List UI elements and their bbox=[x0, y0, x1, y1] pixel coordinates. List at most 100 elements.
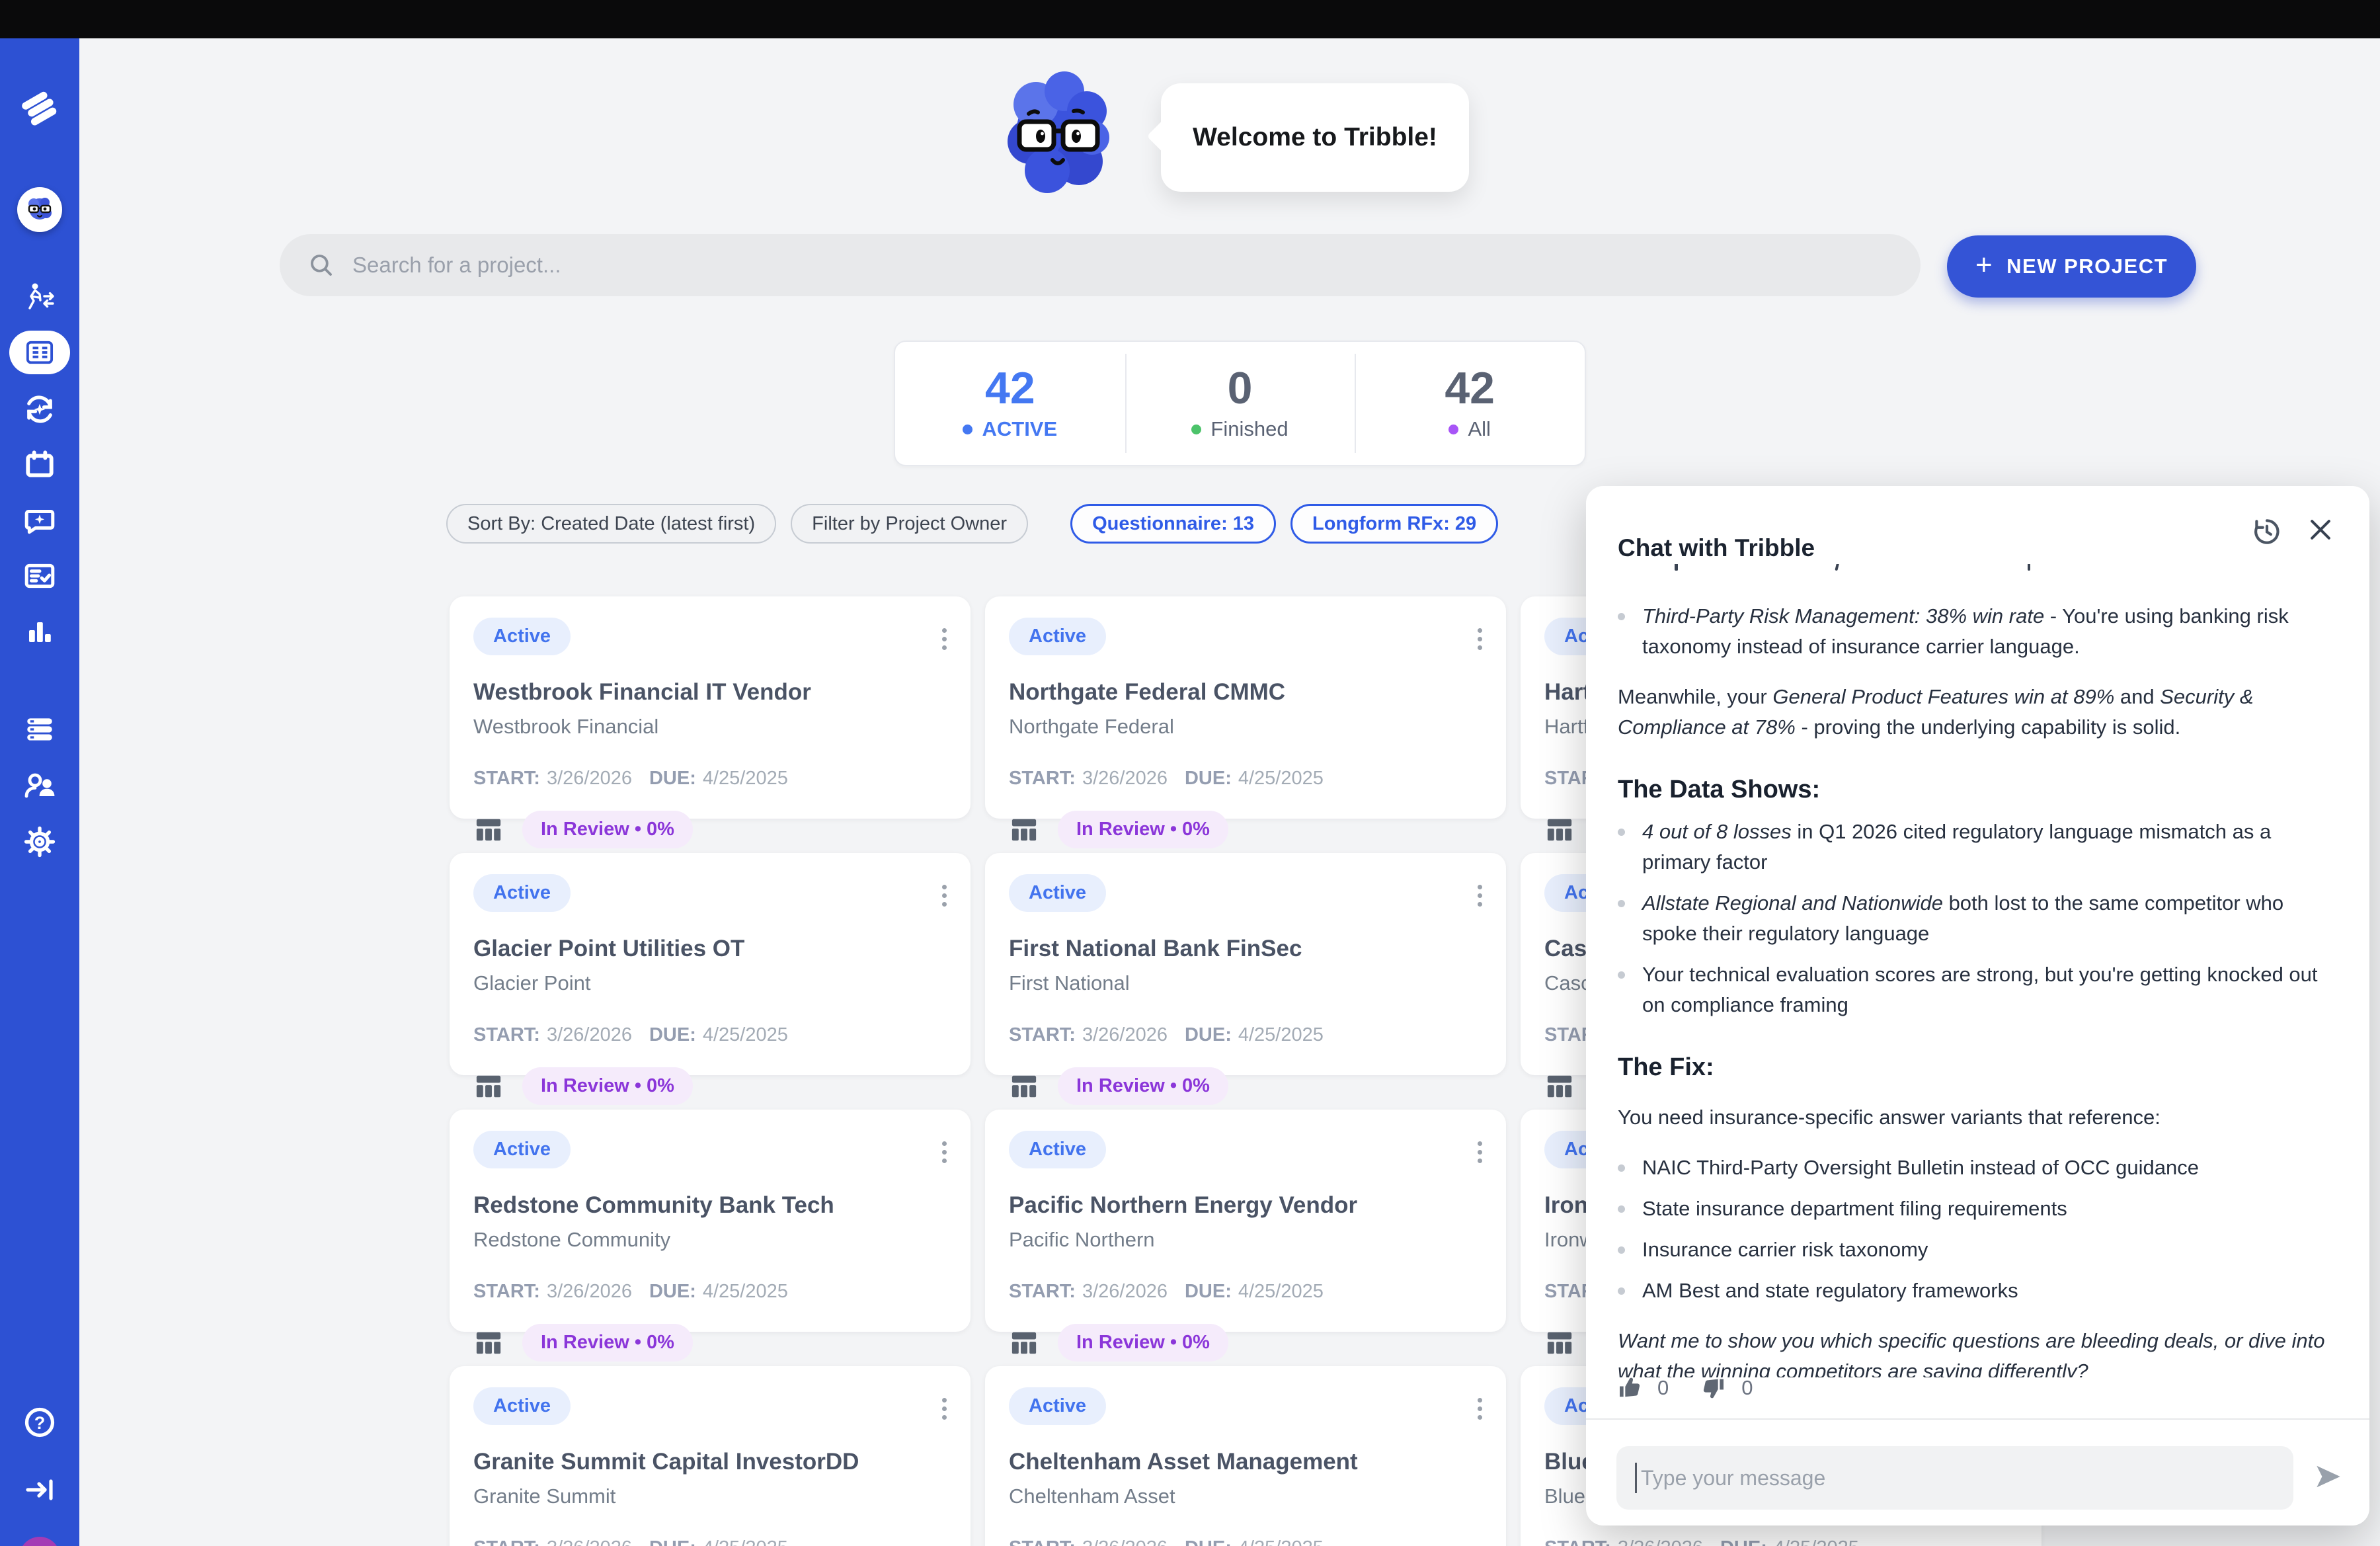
user-avatar[interactable]: TK bbox=[0, 1535, 79, 1546]
stat-active[interactable]: 42 ACTIVE bbox=[895, 342, 1125, 465]
sidebar-item-chat[interactable] bbox=[0, 500, 79, 541]
logo-stripes-icon bbox=[20, 88, 60, 128]
chat-panel: Chat with Tribble Third-Party Risk Manag… bbox=[1586, 486, 2369, 1526]
project-title: Granite Summit Capital InvestorDD bbox=[473, 1449, 947, 1475]
project-dates: START:3/26/2026DUE:4/25/2025 bbox=[473, 1281, 947, 1303]
sidebar-item-walkthrough[interactable] bbox=[0, 278, 79, 317]
gear-icon bbox=[23, 825, 56, 858]
status-badge: Active bbox=[1009, 1131, 1106, 1168]
sidebar-item-collapse[interactable] bbox=[0, 1469, 79, 1510]
chat-bullet-item: Third-Party Risk Management: 38% win rat… bbox=[1618, 601, 2342, 662]
tribble-logo-icon[interactable] bbox=[0, 78, 79, 138]
kebab-menu-icon[interactable] bbox=[937, 875, 952, 916]
new-project-button[interactable]: + NEW PROJECT bbox=[1947, 235, 2196, 298]
project-search-input[interactable]: Search for a project... bbox=[280, 234, 1921, 296]
text-cursor bbox=[1635, 1463, 1637, 1493]
stat-all-label: All bbox=[1468, 417, 1490, 441]
filter-bar: Sort By: Created Date (latest first) Fil… bbox=[446, 504, 1498, 544]
filter-owner-chip[interactable]: Filter by Project Owner bbox=[791, 504, 1028, 544]
all-dot-icon bbox=[1448, 425, 1458, 434]
questionnaire-table-icon bbox=[1009, 1329, 1039, 1357]
longform-rfx-count-chip[interactable]: Longform RFx: 29 bbox=[1290, 504, 1498, 544]
projects-list-icon bbox=[24, 339, 55, 366]
chat-message-area[interactable]: Third-Party Risk Management: 38% win rat… bbox=[1618, 561, 2342, 1377]
thumbs-up-icon[interactable] bbox=[1616, 1375, 1643, 1401]
project-company: Granite Summit bbox=[473, 1485, 947, 1508]
kebab-menu-icon[interactable] bbox=[937, 1132, 952, 1172]
walking-person-icon bbox=[22, 281, 58, 314]
project-company: Westbrook Financial bbox=[473, 715, 947, 739]
kebab-menu-icon[interactable] bbox=[1472, 875, 1488, 916]
stat-finished-label: Finished bbox=[1210, 417, 1288, 441]
sort-by-chip[interactable]: Sort By: Created Date (latest first) bbox=[446, 504, 776, 544]
status-badge: Active bbox=[1009, 618, 1106, 655]
sidebar-item-analytics[interactable] bbox=[0, 611, 79, 652]
kebab-menu-icon[interactable] bbox=[937, 619, 952, 659]
kebab-menu-icon[interactable] bbox=[937, 1389, 952, 1429]
stat-finished-value: 0 bbox=[1228, 366, 1253, 411]
sidebar-item-projects-active[interactable] bbox=[0, 331, 79, 374]
project-card[interactable]: Active Glacier Point Utilities OT Glacie… bbox=[450, 853, 971, 1075]
project-title: Northgate Federal CMMC bbox=[1009, 679, 1482, 706]
chat-bullet-list: 4 out of 8 losses in Q1 2026 cited regul… bbox=[1618, 817, 2342, 1020]
project-title: Pacific Northern Energy Vendor bbox=[1009, 1192, 1482, 1219]
thumbs-up-count: 0 bbox=[1657, 1376, 1669, 1400]
chat-bullet-item: AM Best and state regulatory frameworks bbox=[1618, 1276, 2342, 1306]
project-card[interactable]: Active Westbrook Financial IT Vendor Wes… bbox=[450, 596, 971, 819]
project-title: Cheltenham Asset Management bbox=[1009, 1449, 1482, 1475]
kebab-menu-icon[interactable] bbox=[1472, 1389, 1488, 1429]
status-badge: Active bbox=[473, 874, 571, 912]
review-progress-badge: In Review • 0% bbox=[522, 1067, 693, 1105]
review-progress-badge: In Review • 0% bbox=[522, 811, 693, 848]
project-card[interactable]: Active Redstone Community Bank Tech Reds… bbox=[450, 1110, 971, 1332]
chat-input-placeholder: Type your message bbox=[1641, 1466, 1825, 1490]
tribble-mascot bbox=[1000, 63, 1116, 208]
sidebar-item-sync[interactable] bbox=[0, 389, 79, 430]
stat-all[interactable]: 42 All bbox=[1355, 342, 1585, 465]
questionnaire-table-icon bbox=[473, 1329, 504, 1357]
user-initials: TK bbox=[19, 1537, 60, 1546]
sidebar-item-team[interactable] bbox=[0, 765, 79, 806]
status-badge: Active bbox=[473, 1387, 571, 1425]
project-card[interactable]: Active First National Bank FinSec First … bbox=[985, 853, 1506, 1075]
questionnaire-table-icon bbox=[473, 816, 504, 844]
chat-close-icon[interactable] bbox=[2306, 515, 2335, 546]
project-stats-card: 42 ACTIVE 0 Finished 42 All bbox=[894, 341, 1586, 466]
project-card[interactable]: Active Pacific Northern Energy Vendor Pa… bbox=[985, 1110, 1506, 1332]
stat-all-value: 42 bbox=[1445, 366, 1495, 411]
chat-paragraph: You need insurance-specific answer varia… bbox=[1618, 1102, 2342, 1133]
kebab-menu-icon[interactable] bbox=[1472, 619, 1488, 659]
sidebar: ? TK bbox=[0, 38, 79, 1546]
project-card[interactable]: Active Cheltenham Asset Management Chelt… bbox=[985, 1366, 1506, 1546]
chat-bullet-list: NAIC Third-Party Oversight Bulletin inst… bbox=[1618, 1153, 2342, 1306]
people-icon bbox=[22, 770, 57, 801]
skip-to-end-icon bbox=[22, 1474, 57, 1506]
sidebar-item-help[interactable]: ? bbox=[0, 1402, 79, 1443]
tribble-assistant-avatar[interactable] bbox=[0, 185, 79, 234]
project-company: Cheltenham Asset bbox=[1009, 1485, 1482, 1508]
send-message-icon[interactable] bbox=[2310, 1458, 2347, 1497]
thumbs-down-icon[interactable] bbox=[1700, 1375, 1727, 1401]
project-dates: START:3/26/2026DUE:4/25/2025 bbox=[473, 1537, 947, 1546]
questionnaire-count-chip[interactable]: Questionnaire: 13 bbox=[1070, 504, 1276, 544]
finished-dot-icon bbox=[1191, 425, 1201, 434]
project-card[interactable]: Active Northgate Federal CMMC Northgate … bbox=[985, 596, 1506, 819]
stat-finished[interactable]: 0 Finished bbox=[1125, 342, 1355, 465]
sidebar-item-settings[interactable] bbox=[0, 821, 79, 862]
project-card[interactable]: Active Granite Summit Capital InvestorDD… bbox=[450, 1366, 971, 1546]
chat-paragraph: Want me to show you which specific quest… bbox=[1618, 1326, 2342, 1377]
questionnaire-table-icon bbox=[1544, 816, 1575, 844]
chat-message-input[interactable]: Type your message bbox=[1616, 1446, 2293, 1510]
sidebar-item-review-tasks[interactable] bbox=[0, 555, 79, 596]
chat-history-icon[interactable] bbox=[2250, 515, 2283, 550]
clipped-message-line bbox=[1618, 564, 2342, 583]
questionnaire-table-icon bbox=[1544, 1073, 1575, 1100]
sidebar-item-calendar[interactable] bbox=[0, 444, 79, 485]
welcome-speech-bubble: Welcome to Tribble! bbox=[1161, 83, 1469, 192]
sidebar-item-data-sources[interactable] bbox=[0, 709, 79, 750]
kebab-menu-icon[interactable] bbox=[1472, 1132, 1488, 1172]
chat-panel-title: Chat with Tribble bbox=[1618, 534, 1815, 562]
chat-bullet-list: Third-Party Risk Management: 38% win rat… bbox=[1618, 601, 2342, 662]
active-pill bbox=[9, 331, 70, 374]
chat-sparkle-icon bbox=[23, 504, 56, 537]
